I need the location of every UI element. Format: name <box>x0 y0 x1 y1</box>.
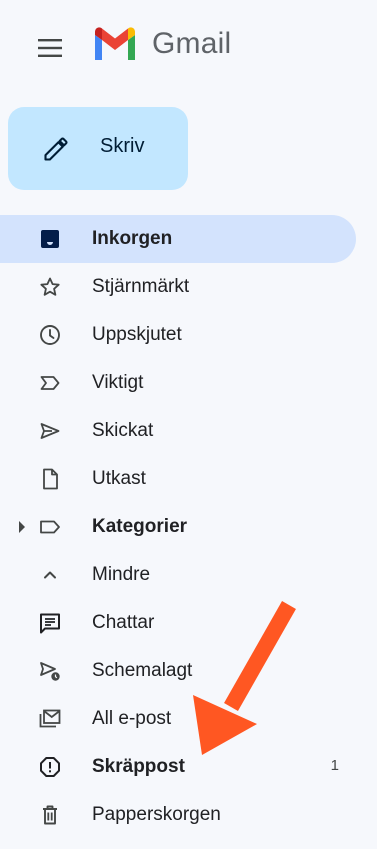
sidebar-item-label: Viktigt <box>92 372 144 393</box>
label-icon <box>38 515 62 539</box>
star-icon <box>38 275 62 299</box>
sidebar-item-starred[interactable]: Stjärnmärkt <box>0 263 356 311</box>
sidebar-item-label: Kategorier <box>92 516 188 537</box>
chat-icon <box>38 611 62 635</box>
spam-icon <box>38 755 62 779</box>
sidebar-item-label: Stjärnmärkt <box>92 276 190 297</box>
expand-caret-icon[interactable] <box>18 520 26 539</box>
sidebar-item-label: Skräppost <box>92 756 185 777</box>
sidebar-item-sent[interactable]: Skickat <box>0 407 356 455</box>
inbox-icon <box>38 227 62 251</box>
sidebar-item-drafts[interactable]: Utkast <box>0 455 356 503</box>
unread-count-badge: 1 <box>330 757 339 774</box>
sidebar-item-inbox[interactable]: Inkorgen <box>0 215 356 263</box>
all-mail-icon <box>38 707 62 731</box>
sidebar-nav: Inkorgen Stjärnmärkt Uppskjutet Viktigt … <box>0 215 377 839</box>
sidebar-item-scheduled[interactable]: Schemalagt <box>0 647 356 695</box>
hamburger-menu-icon <box>38 39 62 57</box>
sidebar-item-chats[interactable]: Chattar <box>0 599 356 647</box>
sidebar-item-spam[interactable]: Skräppost 1 <box>0 743 356 791</box>
sidebar-item-label: Chattar <box>92 612 155 633</box>
main-menu-button[interactable] <box>26 24 74 72</box>
top-bar: Gmail <box>0 0 377 96</box>
compose-label: Skriv <box>100 135 145 157</box>
send-icon <box>38 419 62 443</box>
sidebar-item-label: Schemalagt <box>92 660 193 681</box>
sidebar-item-label: Skickat <box>92 420 154 441</box>
sidebar-item-label: Inkorgen <box>92 228 173 249</box>
important-icon <box>38 371 62 395</box>
sidebar-item-label: Mindre <box>92 564 151 585</box>
trash-icon <box>38 803 62 827</box>
scheduled-send-icon <box>38 659 62 683</box>
sidebar-item-all-mail[interactable]: All e-post <box>0 695 356 743</box>
sidebar-item-label: Uppskjutet <box>92 324 182 345</box>
gmail-m-icon <box>95 27 135 60</box>
gmail-logo[interactable]: Gmail <box>92 26 231 62</box>
sidebar-item-categories[interactable]: Kategorier <box>0 503 356 551</box>
compose-button[interactable]: Skriv <box>8 107 188 190</box>
sidebar-item-snoozed[interactable]: Uppskjutet <box>0 311 356 359</box>
sidebar-item-label: Utkast <box>92 468 146 489</box>
sidebar-item-less[interactable]: Mindre <box>0 551 356 599</box>
sidebar-item-trash[interactable]: Papperskorgen <box>0 791 356 839</box>
chevron-up-icon <box>38 563 62 587</box>
clock-icon <box>38 323 62 347</box>
sidebar-item-label: Papperskorgen <box>92 804 221 825</box>
gmail-wordmark: Gmail <box>152 27 232 60</box>
sidebar-item-label: All e-post <box>92 708 172 729</box>
sidebar-item-important[interactable]: Viktigt <box>0 359 356 407</box>
draft-icon <box>38 467 62 491</box>
pencil-icon <box>42 135 70 168</box>
